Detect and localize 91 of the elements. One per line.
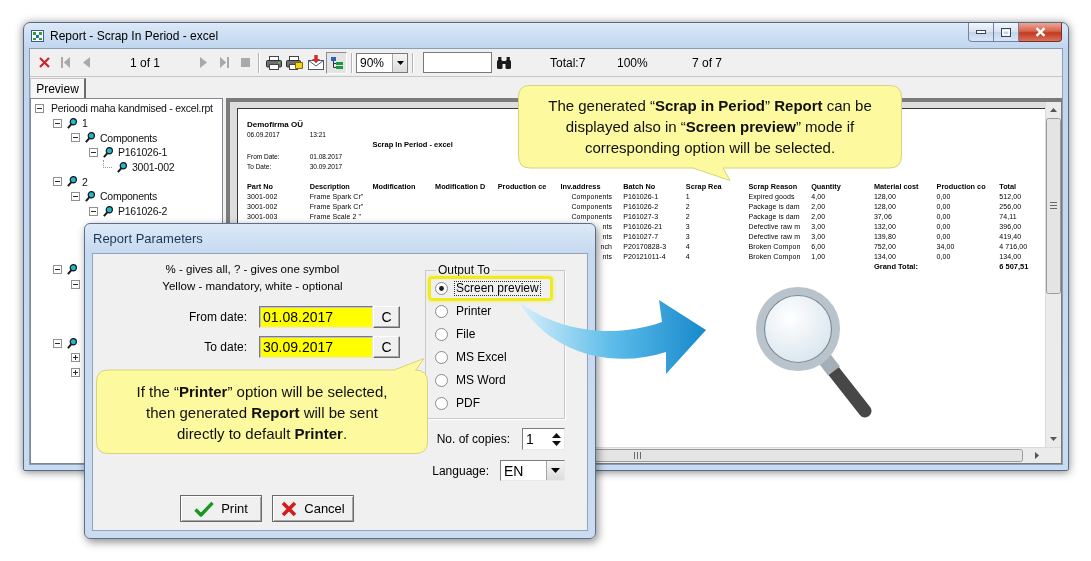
caret-down-icon	[551, 468, 560, 473]
minus-box-icon[interactable]	[53, 118, 62, 128]
printer-tag-icon	[286, 55, 303, 70]
counter-text: Total:7	[550, 55, 586, 70]
radio-button[interactable]	[435, 305, 448, 318]
field-label: From date:	[187, 310, 247, 324]
radio-option[interactable]: MS Excel	[435, 346, 509, 369]
caret-down-icon	[396, 60, 404, 65]
magnifier-icon	[85, 132, 95, 144]
magnifier-icon	[67, 264, 77, 276]
tree-item[interactable]: Components	[100, 131, 158, 144]
clear-button[interactable]: C	[373, 336, 400, 358]
minus-box-icon[interactable]	[71, 280, 80, 290]
language-dropdown[interactable]: EN	[500, 460, 565, 481]
tree-item[interactable]: 2	[82, 175, 88, 188]
callout: The generated “Scrap in Period” Report can be displayed also in “Screen preview” mode if corresponding option will be selected.	[518, 85, 902, 181]
dialog-title: Report Parameters	[93, 231, 203, 246]
radio-button[interactable]	[435, 328, 448, 341]
maximize-icon	[1001, 27, 1011, 37]
tree-item[interactable]: Components	[100, 190, 158, 203]
counter-text: 100%	[617, 55, 648, 70]
dotted-square-icon	[31, 30, 44, 42]
tree-item[interactable]: 1	[82, 117, 88, 130]
minus-box-icon[interactable]	[89, 147, 98, 157]
spin-arrows-icon[interactable]	[552, 432, 561, 446]
binoculars-icon[interactable]	[497, 56, 511, 69]
tree-item[interactable]: P161026-1	[118, 146, 168, 159]
vertical-scrollbar[interactable]	[1045, 102, 1061, 447]
magnifier-icon	[117, 161, 127, 173]
field-label: Language:	[432, 463, 489, 478]
radio-button[interactable]	[435, 282, 448, 295]
counter-text: 7 of 7	[692, 55, 723, 70]
minus-box-icon[interactable]	[89, 206, 98, 216]
tree-item[interactable]: P161026-2	[118, 205, 168, 218]
close-icon[interactable]	[39, 57, 50, 68]
radio-option[interactable]: PDF	[435, 392, 482, 415]
group-tree-button[interactable]	[326, 51, 347, 74]
minus-box-icon[interactable]	[53, 265, 62, 275]
minimize-button[interactable]	[968, 23, 994, 42]
hint-text: % - gives all, ? - gives one symbol	[165, 262, 340, 277]
window-title: Report - Scrap In Period - excel	[50, 29, 219, 43]
envelope-arrow-icon	[307, 55, 324, 70]
up-triangle-icon[interactable]	[1050, 108, 1057, 112]
minus-box-icon[interactable]	[71, 133, 80, 143]
date-field[interactable]: 30.09.2017	[259, 336, 373, 358]
page-indicator: 1 of 1	[130, 55, 160, 70]
down-triangle-icon[interactable]	[1050, 437, 1057, 441]
zoom-dropdown[interactable]: 90%	[356, 52, 408, 73]
tab[interactable]: Preview	[30, 78, 86, 98]
tree-item[interactable]: Perioodi maha kandmised - excel.rpt	[51, 102, 213, 115]
radio-button[interactable]	[435, 374, 448, 387]
radio-option[interactable]: MS Word	[435, 369, 508, 392]
group-label: Output To	[437, 263, 491, 277]
check-icon	[194, 500, 215, 517]
radio-option[interactable]: File	[435, 323, 478, 346]
minus-box-icon[interactable]	[53, 177, 62, 187]
close-icon	[1034, 27, 1046, 37]
scrollbar-thumb[interactable]	[1046, 118, 1061, 294]
magnifier-icon	[85, 190, 95, 202]
plus-box-icon[interactable]	[71, 368, 80, 378]
spin-field[interactable]: 1	[522, 428, 565, 450]
date-field[interactable]: 01.08.2017	[259, 306, 373, 328]
minus-box-icon[interactable]	[71, 191, 80, 201]
tree-list-icon	[330, 56, 343, 69]
minimize-icon	[976, 30, 986, 34]
radio-button[interactable]	[435, 397, 448, 410]
radio-button[interactable]	[435, 351, 448, 364]
callout: If the “Printer” option will be selected, then generated Report will be sent directly to default Printer.	[96, 358, 428, 454]
cross-icon	[281, 500, 298, 517]
magnifier-icon	[67, 176, 77, 188]
magnifier-icon	[67, 117, 77, 129]
plus-box-icon[interactable]	[71, 353, 80, 363]
minus-box-icon[interactable]	[53, 338, 62, 348]
close-button[interactable]	[1019, 23, 1062, 42]
magnifier-icon	[103, 205, 113, 217]
tree-item[interactable]: 3001-002	[132, 161, 175, 174]
field-label: No. of copies:	[436, 432, 510, 446]
minus-box-icon[interactable]	[35, 103, 44, 113]
radio-option[interactable]: Printer	[435, 300, 494, 323]
magnifier-icon	[103, 146, 113, 158]
cancel-button[interactable]: Cancel	[272, 495, 354, 522]
printer-icon	[265, 55, 282, 70]
field-label: To date:	[203, 340, 247, 354]
print-button[interactable]: Print	[180, 495, 262, 522]
hint-text: Yellow - mandatory, white - optional	[162, 279, 343, 294]
maximize-button[interactable]	[994, 23, 1019, 42]
clear-button[interactable]: C	[373, 306, 400, 328]
magnifier-icon	[67, 337, 77, 349]
company-name: Demofirma OÜ	[247, 120, 303, 130]
search-field[interactable]	[423, 52, 492, 73]
right-triangle-icon[interactable]	[1035, 452, 1039, 459]
